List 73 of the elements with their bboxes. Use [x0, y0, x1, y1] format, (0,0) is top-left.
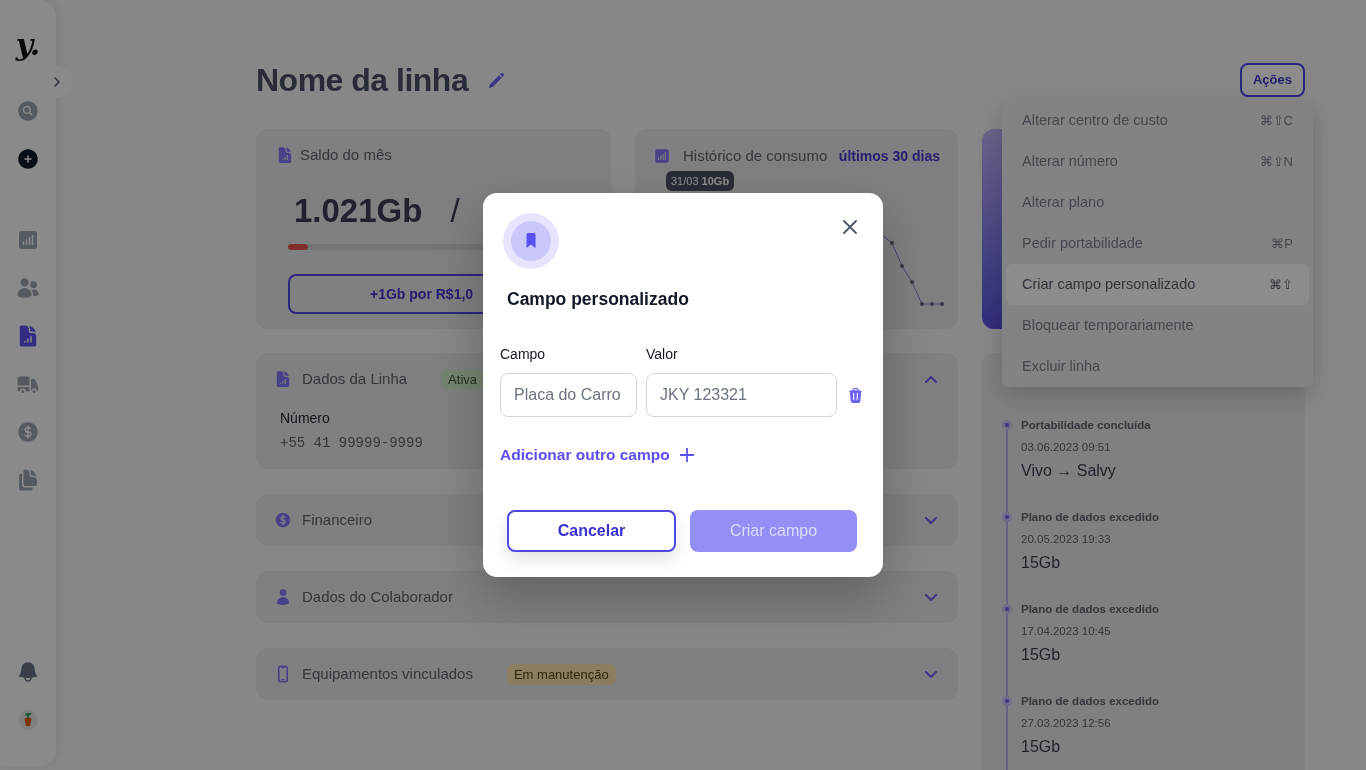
user-icon — [274, 588, 292, 606]
bookmark-icon — [503, 213, 559, 269]
timeline-dot-icon — [1002, 604, 1012, 614]
edit-icon[interactable] — [488, 71, 506, 89]
event-date: 20.05.2023 19:33 — [1021, 532, 1111, 546]
menu-item[interactable]: Alterar número ⌘⇧N — [1006, 141, 1309, 182]
field-label: Campo — [500, 346, 546, 362]
document-chart-icon — [274, 370, 292, 388]
menu-item[interactable]: Alterar plano — [1006, 182, 1309, 223]
event-date: 03.06.2023 09:51 — [1021, 440, 1111, 454]
menu-item[interactable]: Criar campo personalizado ⌘⇧ — [1006, 264, 1309, 305]
timeline-dot-icon — [1002, 512, 1012, 522]
chart-tooltip: 31/03 10Gb — [666, 171, 735, 191]
notifications-icon[interactable] — [16, 660, 40, 684]
chevron-down-icon[interactable] — [925, 593, 937, 601]
timeline-dot-icon — [1002, 420, 1012, 430]
status-tag: Em manutenção — [506, 663, 616, 685]
keyboard-shortcut: ⌘P — [1271, 234, 1293, 253]
event-detail: 15Gb — [1021, 554, 1061, 572]
section-title: Dados do Colaborador — [302, 586, 453, 607]
event-detail: Vivo → Salvy — [1021, 462, 1116, 480]
keyboard-shortcut: ⌘⇧N — [1259, 152, 1293, 171]
menu-item[interactable]: Pedir portabilidade ⌘P — [1006, 223, 1309, 264]
carrot-avatar-icon[interactable] — [18, 710, 38, 730]
event-date: 27.03.2023 12:56 — [1021, 716, 1111, 730]
event-title: Portabilidade concluída — [1021, 418, 1151, 432]
trash-icon[interactable] — [847, 386, 864, 404]
event-title: Plano de dados excedido — [1021, 602, 1160, 616]
chevron-up-icon[interactable] — [925, 375, 937, 383]
modal-title: Campo personalizado — [507, 289, 689, 309]
event-detail: 15Gb — [1021, 738, 1061, 756]
input-field[interactable]: JKY 123321 — [646, 373, 837, 417]
card-title: Saldo do mês — [300, 144, 392, 165]
field-label: Número — [280, 409, 330, 427]
close-icon[interactable] — [843, 220, 857, 234]
field-value: +55 41 99999-9999 — [280, 434, 423, 452]
chevron-right-icon — [54, 77, 60, 87]
timeline-dot-icon — [1002, 696, 1012, 706]
event-date: 17.04.2023 10:45 — [1021, 624, 1111, 638]
documents-icon[interactable] — [16, 468, 40, 492]
separator-text: / — [450, 193, 460, 229]
section-title: Equipamentos vinculados — [302, 663, 473, 684]
status-tag: Ativa — [441, 368, 484, 390]
actions-button[interactable]: Ações — [1239, 63, 1305, 97]
section-title: Financeiro — [302, 509, 373, 530]
event-detail: 15Gb — [1021, 646, 1061, 664]
period-label[interactable]: últimos 30 dias — [838, 145, 940, 167]
data-used: 1.021Gb — [294, 193, 423, 229]
menu-item[interactable]: Excluir linha — [1006, 346, 1309, 387]
document-chart-icon — [276, 146, 294, 164]
input-field[interactable]: Placa do Carro — [500, 373, 637, 417]
bar-chart-icon[interactable] — [16, 228, 40, 252]
cancel-button[interactable]: Cancelar — [507, 510, 676, 552]
plus-icon — [679, 448, 694, 462]
users-icon[interactable] — [16, 276, 40, 300]
dollar-coin-icon[interactable] — [16, 420, 40, 444]
event-title: Plano de dados excedido — [1021, 510, 1160, 524]
search-icon[interactable] — [16, 99, 40, 123]
page-title: Nome da linha — [256, 61, 469, 100]
logo[interactable]: y. — [15, 30, 41, 60]
section-title: Dados da Linha — [302, 368, 408, 389]
add-field-button[interactable]: Adicionar outro campo — [500, 445, 694, 465]
field-label: Valor — [646, 346, 678, 362]
menu-item[interactable]: Bloquear temporariamente — [1006, 305, 1309, 346]
bar-chart-icon — [653, 147, 671, 165]
chevron-down-icon[interactable] — [925, 670, 937, 678]
dollar-coin-icon — [274, 511, 292, 529]
keyboard-shortcut: ⌘⇧ — [1269, 275, 1293, 294]
menu-item[interactable]: Alterar centro de custo ⌘⇧C — [1006, 100, 1309, 141]
chevron-down-icon[interactable] — [925, 516, 937, 524]
card-title: Histórico de consumo — [683, 145, 828, 166]
keyboard-shortcut: ⌘⇧C — [1259, 111, 1293, 130]
event-title: Plano de dados excedido — [1021, 694, 1160, 708]
